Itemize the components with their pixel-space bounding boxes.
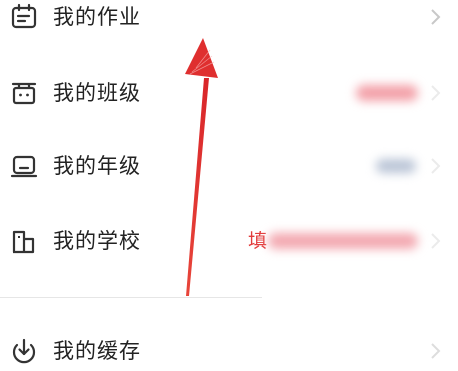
menu-item-label: 我的年级 [53, 154, 141, 178]
chevron-right-icon [430, 341, 442, 361]
menu-item-cache[interactable]: 我的缓存 [0, 331, 458, 371]
chevron-right-icon [430, 83, 442, 103]
menu-item-label: 我的缓存 [53, 339, 141, 363]
menu-item-homework[interactable]: 我的作业 [0, 0, 458, 37]
section-divider [0, 297, 262, 298]
grade-value-blurred [376, 159, 416, 173]
menu-item-label: 我的学校 [53, 229, 141, 253]
menu-item-class[interactable]: 我的班级 [0, 73, 458, 113]
chevron-right-icon [430, 156, 442, 176]
download-icon [10, 337, 38, 365]
class-icon [10, 79, 38, 107]
grade-icon [10, 152, 38, 180]
menu-item-label: 我的作业 [53, 5, 141, 29]
chevron-right-icon [430, 231, 442, 251]
chevron-right-icon [430, 7, 442, 27]
menu-item-school[interactable]: 我的学校 填 [0, 221, 458, 261]
menu-item-label: 我的班级 [53, 81, 141, 105]
school-icon [10, 227, 38, 255]
homework-icon [10, 3, 38, 31]
class-value-blurred [356, 85, 418, 101]
menu-item-grade[interactable]: 我的年级 [0, 146, 458, 186]
school-value-prefix: 填 [248, 230, 268, 252]
school-value-blurred [268, 233, 418, 249]
